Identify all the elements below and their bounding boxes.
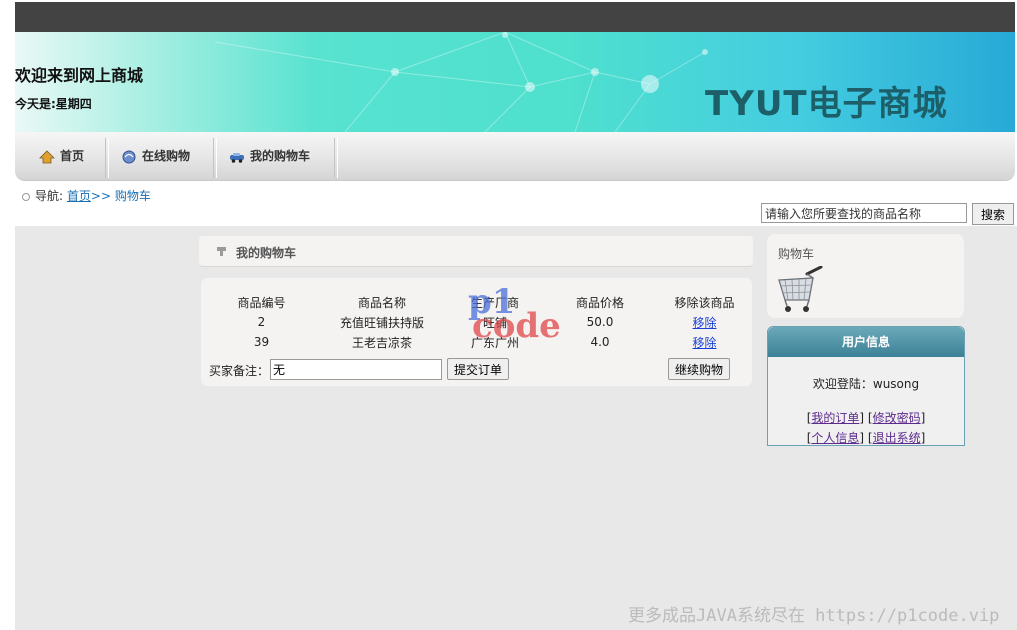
cell-name: 充值旺铺扶持版	[339, 315, 424, 330]
user-links-row: [我的订单] [修改密码]	[806, 411, 926, 425]
column-header: 商品编号	[237, 295, 286, 310]
welcome-title: 欢迎来到网上商城	[15, 66, 144, 85]
top-bar	[15, 2, 1015, 32]
nav-divider	[334, 138, 338, 178]
column-header: 移除该商品	[674, 295, 735, 310]
nav-item-label: 首页	[60, 149, 85, 163]
today-label: 今天是:星期四	[15, 97, 92, 111]
change-password-link[interactable]: 修改密码	[873, 411, 921, 425]
remove-link[interactable]: 移除	[692, 336, 716, 350]
nav-item-cart[interactable]: 我的购物车	[229, 132, 310, 180]
column-header: 商品名称	[357, 295, 406, 310]
watermark-logo-bottom: code	[472, 306, 561, 346]
buyer-note-label: 买家备注：	[209, 364, 270, 378]
search-input[interactable]	[761, 203, 967, 223]
brand-title: TYUT电子商城	[705, 84, 948, 124]
breadcrumb-current: 购物车	[114, 189, 151, 203]
user-info-title: 用户信息	[768, 327, 964, 357]
page-left-margin	[0, 0, 15, 630]
user-links-row: [个人信息] [退出系统]	[806, 431, 926, 445]
header-banner: 欢迎来到网上商城 今天是:星期四 TYUT电子商城	[15, 32, 1015, 132]
nav-item-home[interactable]: 首页	[39, 132, 84, 180]
car-icon	[230, 152, 244, 163]
cell-id: 39	[253, 335, 270, 349]
cell-name: 王老吉凉茶	[351, 335, 412, 350]
buyer-note-input[interactable]	[270, 359, 442, 380]
cart-header: 我的购物车	[199, 236, 753, 266]
arrow-down-icon	[217, 247, 226, 256]
bullet-icon	[22, 192, 30, 201]
remove-link[interactable]: 移除	[692, 316, 716, 330]
nav-item-label: 在线购物	[142, 149, 191, 163]
profile-link[interactable]: 个人信息	[811, 431, 859, 445]
my-orders-link[interactable]: 我的订单	[811, 411, 859, 425]
footer-watermark: 更多成品JAVA系统尽在 https://p1code.vip	[628, 606, 1000, 626]
breadcrumb-separator: >>	[90, 189, 111, 203]
shopping-icon	[122, 150, 136, 163]
nav-item-shopping[interactable]: 在线购物	[121, 132, 190, 180]
home-icon	[39, 149, 55, 163]
cell-id: 2	[257, 315, 266, 329]
side-cart-panel[interactable]: 购物车	[767, 234, 964, 318]
breadcrumb-home-link[interactable]: 首页	[67, 189, 91, 203]
breadcrumb-prefix: 导航:	[35, 189, 64, 203]
continue-shopping-button[interactable]: 继续购物	[668, 358, 731, 380]
cart-title: 我的购物车	[236, 246, 297, 260]
main-nav: 首页 在线购物 我的购物车	[15, 132, 1015, 181]
nav-item-label: 我的购物车	[250, 149, 311, 163]
search-button[interactable]: 搜索	[972, 203, 1014, 225]
user-info-panel: 用户信息 欢迎登陆：wusong [我的订单] [修改密码] [个人信息] [退…	[767, 326, 965, 446]
nav-divider	[213, 138, 217, 178]
shopping-cart-icon	[778, 266, 823, 312]
side-cart-title: 购物车	[778, 247, 815, 261]
nav-divider	[105, 138, 109, 178]
user-welcome: 欢迎登陆：wusong	[812, 377, 920, 391]
logout-link[interactable]: 退出系统	[873, 431, 921, 445]
submit-order-button[interactable]: 提交订单	[447, 358, 510, 380]
breadcrumb: 导航: 首页>> 购物车	[22, 187, 151, 204]
